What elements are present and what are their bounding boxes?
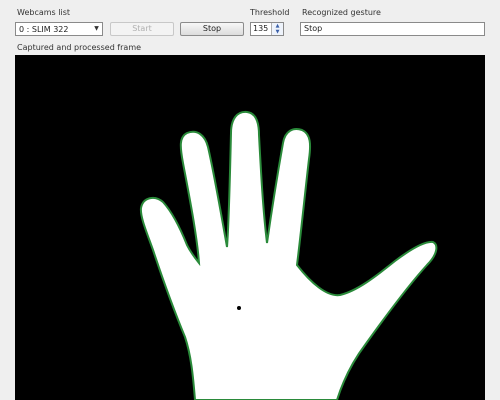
threshold-value: 135 <box>253 24 269 33</box>
threshold-label: Threshold <box>250 8 290 17</box>
chevron-down-icon[interactable]: ▼ <box>91 23 102 35</box>
captured-frame-view <box>15 55 485 400</box>
noise-speck <box>237 306 241 310</box>
hand-silhouette-image <box>15 55 485 400</box>
stop-button[interactable]: Stop <box>180 22 244 36</box>
threshold-spin-buttons[interactable]: ▲ ▼ <box>271 23 283 35</box>
captured-frame-label: Captured and processed frame <box>17 43 142 52</box>
recognized-gesture-field[interactable]: Stop <box>300 22 485 36</box>
recognized-gesture-value: Stop <box>304 24 323 33</box>
webcam-select[interactable]: 0 : SLIM 322 ▼ <box>15 22 103 36</box>
start-button[interactable]: Start <box>110 22 174 36</box>
gesture-recognition-window: Webcams list 0 : SLIM 322 ▼ Start Stop T… <box>0 0 500 400</box>
recognized-gesture-label: Recognized gesture <box>302 8 381 17</box>
threshold-stepper[interactable]: 135 ▲ ▼ <box>250 22 284 36</box>
webcams-list-label: Webcams list <box>17 8 70 17</box>
webcam-select-value: 0 : SLIM 322 <box>19 25 69 34</box>
spin-down-icon[interactable]: ▼ <box>272 29 283 35</box>
